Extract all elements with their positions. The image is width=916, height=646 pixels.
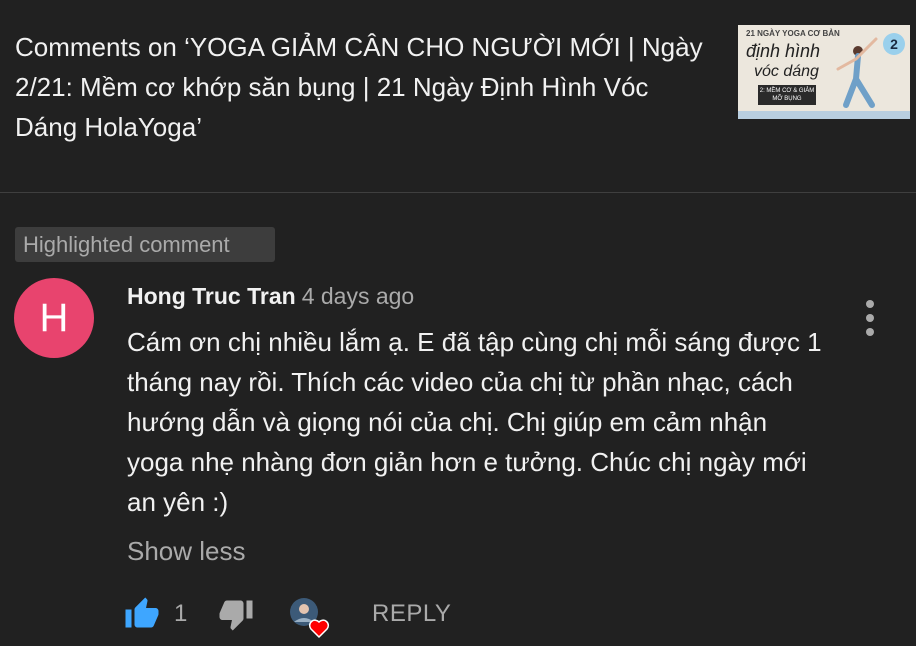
thumbnail-number-badge: 2 — [883, 33, 905, 55]
thumbnail-floor — [738, 111, 910, 119]
highlighted-comment-badge: Highlighted comment — [15, 227, 275, 262]
menu-dot — [866, 314, 874, 322]
thumbnail-line2: vóc dáng — [754, 63, 819, 80]
thumbs-up-icon[interactable] — [124, 596, 160, 632]
like-count: 1 — [174, 600, 188, 627]
thumbnail-line1: định hình — [746, 41, 821, 61]
yoga-figure-icon — [836, 37, 878, 108]
creator-heart-icon — [290, 598, 330, 639]
thumbnail-box-text: 2: MỀM CƠ & GIẢM MỠ BỤNG — [758, 85, 816, 105]
comments-header: Comments on ‘YOGA GIẢM CÂN CHO NGƯỜI MỚI… — [0, 0, 916, 192]
thumbs-down-icon[interactable] — [218, 596, 254, 632]
header-divider — [0, 192, 916, 193]
comment-timestamp[interactable]: 4 days ago — [302, 283, 415, 309]
comment-action-bar: 1 REPLY — [0, 590, 916, 640]
page-title: Comments on ‘YOGA GIẢM CÂN CHO NGƯỜI MỚI… — [15, 32, 703, 142]
comment-author-line: Hong Truc Tran 4 days ago — [127, 281, 414, 311]
show-less-button[interactable]: Show less — [127, 534, 246, 568]
menu-dot — [866, 328, 874, 336]
more-vertical-icon[interactable] — [858, 300, 882, 336]
comment-text: Cám ơn chị nhiều lắm ạ. E đã tập cùng ch… — [127, 327, 822, 517]
comment-panel: Comments on ‘YOGA GIẢM CÂN CHO NGƯỜI MỚI… — [0, 0, 916, 646]
author-name[interactable]: Hong Truc Tran — [127, 283, 296, 309]
menu-dot — [866, 300, 874, 308]
video-thumbnail[interactable]: 21 NGÀY YOGA CƠ BẢN định hình vóc dáng 2… — [738, 25, 910, 119]
reply-button[interactable]: REPLY — [372, 600, 451, 628]
avatar[interactable]: H — [14, 278, 94, 358]
